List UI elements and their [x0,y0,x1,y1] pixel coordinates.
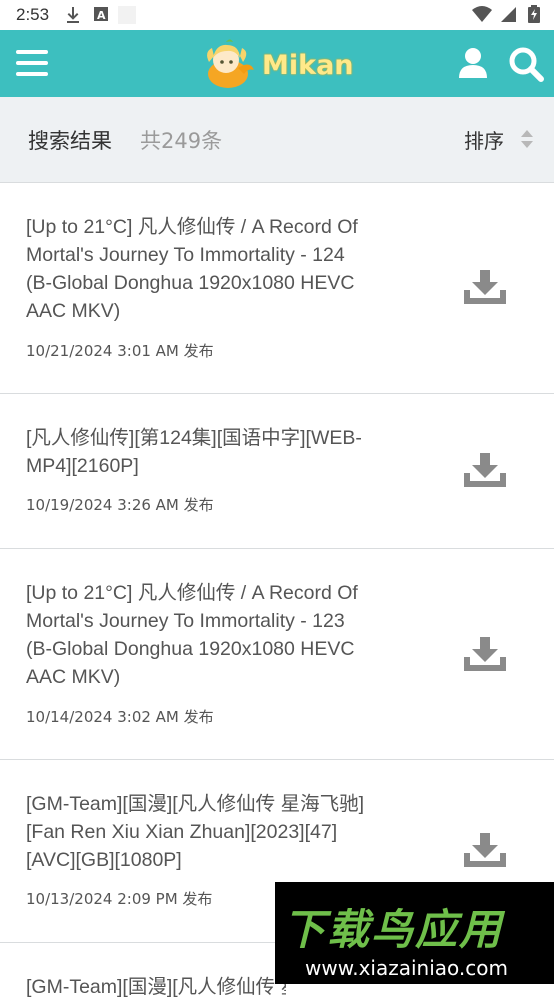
download-icon[interactable] [462,453,508,487]
item-date: 10/19/2024 3:26 AM 发布 [26,496,214,514]
status-right-icons [471,5,540,25]
sort-button[interactable]: 排序 [464,125,544,153]
mascot-icon [207,39,254,88]
status-bar: 2:53 A [0,0,554,30]
download-status-icon [67,7,79,23]
results-header: 搜索结果 共249条 排序 [0,97,554,183]
watermark: 下载鸟应用 www.xiazainiao.com [275,882,554,984]
item-date: 10/21/2024 3:01 AM 发布 [26,342,214,360]
menu-icon[interactable] [16,50,48,76]
wifi-icon [471,6,492,22]
search-icon[interactable] [508,46,544,82]
user-icon[interactable] [456,46,490,80]
watermark-main: 下载鸟应用 [283,905,504,954]
list-item[interactable]: [Up to 21°C] 凡人修仙传 / A Record Of Mortal'… [0,183,554,394]
item-title: [凡人修仙传][第124集][国语中字][WEB-MP4][2160P] [26,427,362,477]
list-item[interactable]: [Up to 21°C] 凡人修仙传 / A Record Of Mortal'… [0,549,554,760]
blank-status-icon [118,6,136,24]
text-a-status-icon: A [94,7,108,22]
app-bar: Mikan [0,30,554,97]
download-icon[interactable] [462,637,508,671]
item-title: [GM-Team][国漫][凡人修仙传 星海飞驰] [26,976,286,998]
item-date: 10/13/2024 2:09 PM 发布 [26,890,213,908]
sort-label: 排序 [464,129,504,153]
mikan-logo[interactable]: Mikan [200,38,360,90]
item-title: [GM-Team][国漫][凡人修仙传 星海飞驰][Fan Ren Xiu Xi… [26,793,365,871]
watermark-url: www.xiazainiao.com [305,956,508,980]
status-time: 2:53 [16,5,50,24]
logo-text: Mikan [262,50,354,81]
item-title: [Up to 21°C] 凡人修仙传 / A Record Of Mortal'… [26,216,358,322]
battery-icon [528,5,540,23]
results-count: 共249条 [140,129,223,153]
cell-signal-icon [500,7,516,22]
download-icon[interactable] [462,270,508,304]
sort-arrows-icon [521,130,533,148]
item-date: 10/14/2024 3:02 AM 发布 [26,708,214,726]
item-title: [Up to 21°C] 凡人修仙传 / A Record Of Mortal'… [26,582,358,688]
list-item[interactable]: [凡人修仙传][第124集][国语中字][WEB-MP4][2160P] 10/… [0,394,554,549]
result-list: [Up to 21°C] 凡人修仙传 / A Record Of Mortal'… [0,183,554,1003]
results-title: 搜索结果 [28,129,112,153]
svg-text:A: A [97,9,106,22]
download-icon[interactable] [462,833,508,867]
